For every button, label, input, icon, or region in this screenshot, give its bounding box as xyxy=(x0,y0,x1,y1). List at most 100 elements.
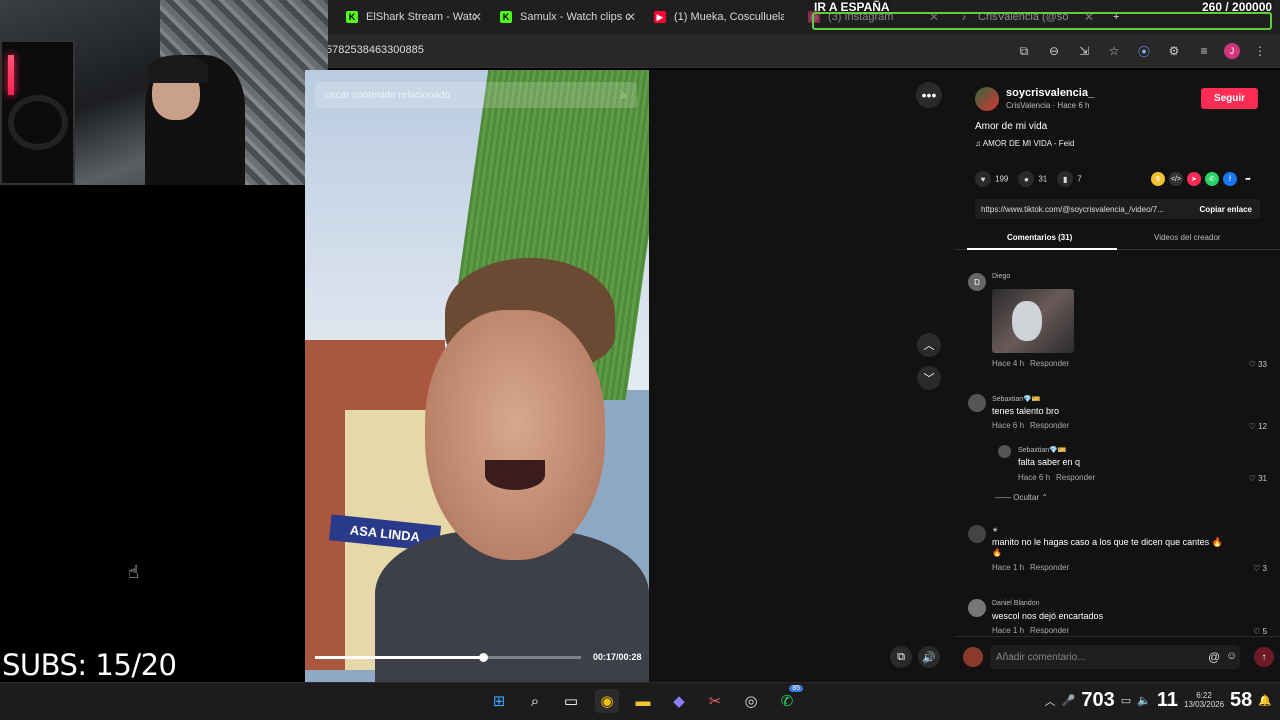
bookmark-star-icon[interactable]: ☆ xyxy=(1104,41,1124,61)
profile-avatar[interactable]: J xyxy=(1224,43,1240,59)
follow-button[interactable]: Seguir xyxy=(1201,88,1258,109)
tab-creator-videos[interactable]: Videos del creador xyxy=(1154,233,1221,242)
commenter-avatar[interactable] xyxy=(968,599,986,617)
commenter-name[interactable]: Daniel Blandon xyxy=(992,600,1039,607)
commenter-name[interactable]: ★ xyxy=(992,526,998,534)
kick-icon: K xyxy=(346,11,358,23)
menu-icon[interactable]: ⋮ xyxy=(1250,41,1270,61)
overlay-number: 11 xyxy=(1156,689,1178,711)
reply-button[interactable]: Responder xyxy=(1030,421,1069,430)
install-icon[interactable]: ⇲ xyxy=(1074,41,1094,61)
snipping-tool-icon[interactable]: ✂ xyxy=(703,689,727,713)
comment-stat[interactable]: ● 31 xyxy=(1018,171,1047,187)
task-view-icon[interactable]: ▭ xyxy=(559,689,583,713)
subs-counter: SUBS: 15/20 xyxy=(2,648,177,682)
share-arrow-icon[interactable]: ➦ xyxy=(1241,172,1255,186)
progress-knob[interactable] xyxy=(478,653,488,662)
video-progress-bar[interactable] xyxy=(315,653,581,662)
clock[interactable]: 6:22 13/03/2026 xyxy=(1184,691,1224,710)
comment-icon[interactable]: ● xyxy=(1018,171,1035,187)
reply-button[interactable]: Responder xyxy=(1030,626,1069,634)
previous-video-button[interactable]: ︿ xyxy=(917,333,941,357)
comment-likes[interactable]: ♡ 31 xyxy=(1249,474,1267,483)
mic-icon[interactable]: 🎤 xyxy=(1062,694,1076,707)
search-icon[interactable]: ⌕ xyxy=(620,88,627,103)
windows-start-icon[interactable]: ⊞ xyxy=(487,689,511,713)
comment-image[interactable] xyxy=(992,289,1074,353)
windows-taskbar: ⊞ ⌕ ▭ ◉ ▬ ◆ ✂ ◎ ✆ 85 ︿ 🎤 703 ▭ 🔈 11 6:22 1… xyxy=(0,682,1280,720)
creator-avatar[interactable] xyxy=(975,87,999,111)
translate-icon[interactable]: ⧉ xyxy=(1014,41,1034,61)
close-icon[interactable]: ✕ xyxy=(626,10,636,24)
heart-icon[interactable]: ♥ xyxy=(975,171,991,187)
tab-youtube[interactable]: ▶ (1) Mueka, Cosculluela xyxy=(646,4,796,30)
next-video-button[interactable]: ﹀ xyxy=(917,366,941,390)
youtube-icon: ▶ xyxy=(654,11,666,23)
creator-username[interactable]: soycrisvalencia_ xyxy=(1006,87,1094,99)
file-explorer-icon[interactable]: ▬ xyxy=(631,689,655,713)
copy-link-button[interactable]: Copiar enlace xyxy=(1200,205,1252,214)
goal-progress-bar xyxy=(812,12,1272,30)
video-player[interactable]: ASA LINDA uscar contenido relacionado ⌕ … xyxy=(305,70,649,682)
app-icon[interactable]: ◆ xyxy=(667,689,691,713)
send-comment-button[interactable]: ↑ xyxy=(1254,647,1274,667)
extension-active-icon[interactable]: ⦿ xyxy=(1134,41,1154,61)
panel-tabs: Comentarios (31) Videos del creador xyxy=(955,228,1280,250)
tab-samulx[interactable]: K Samulx - Watch clips o ✕ xyxy=(492,4,642,30)
bookmark-icon[interactable]: ▮ xyxy=(1057,171,1074,187)
commenter-avatar[interactable] xyxy=(998,445,1011,458)
tab-elshark[interactable]: K ElShark Stream - Watc ✕ xyxy=(338,4,488,30)
network-icon[interactable]: ▭ xyxy=(1121,694,1131,707)
reply-button[interactable]: Responder xyxy=(1056,473,1095,482)
comment-text: falta saber en q xyxy=(1018,457,1081,467)
obs-icon[interactable]: ◎ xyxy=(739,689,763,713)
related-search-input[interactable]: uscar contenido relacionado ⌕ xyxy=(315,82,637,108)
url-text[interactable]: 578253846330088​5 xyxy=(326,44,424,56)
close-icon[interactable]: ✕ xyxy=(472,10,482,24)
video-link-field[interactable]: https://www.tiktok.com/@soycrisvalencia_… xyxy=(975,199,1260,219)
coin-icon[interactable]: $ xyxy=(1151,172,1165,186)
video-stats: ♥ 199 ● 31 ▮ 7 xyxy=(975,171,1082,187)
zoom-icon[interactable]: ⊖ xyxy=(1044,41,1064,61)
embed-icon[interactable]: </> xyxy=(1169,172,1183,186)
more-options-button[interactable]: ••• xyxy=(916,82,942,108)
notification-icon[interactable]: 🔔 xyxy=(1258,694,1272,707)
hide-replies-button[interactable]: —— Ocultar ⌃ xyxy=(995,493,1048,502)
comment-likes[interactable]: ♡ 5 xyxy=(1253,627,1267,634)
tab-comments[interactable]: Comentarios (31) xyxy=(1007,233,1072,242)
comment-meta: Hace 4 h Responder xyxy=(992,359,1070,368)
comment-likes[interactable]: ♡ 3 xyxy=(1253,564,1267,573)
music-label[interactable]: ♫ AMOR DE MI VIDA - Feid xyxy=(975,139,1074,148)
chrome-icon[interactable]: ◉ xyxy=(595,689,619,713)
comment-likes[interactable]: ♡ 12 xyxy=(1249,422,1267,431)
mention-icon[interactable]: @ xyxy=(1208,650,1220,664)
volume-icon[interactable]: 🔊 xyxy=(918,646,940,668)
media-control-icon[interactable]: ≡ xyxy=(1194,41,1214,61)
search-icon[interactable]: ⌕ xyxy=(523,689,547,713)
commenter-name[interactable]: Diego xyxy=(992,273,1010,280)
my-avatar xyxy=(963,647,983,667)
whatsapp-icon[interactable]: ✆ 85 xyxy=(775,685,803,713)
pip-icon[interactable]: ⧉ xyxy=(890,646,912,668)
volume-icon[interactable]: 🔈 xyxy=(1137,694,1151,707)
commenter-name[interactable]: Sebaxtian💎🎫 xyxy=(992,395,1041,403)
commenter-avatar[interactable] xyxy=(968,394,986,412)
chevron-up-icon[interactable]: ︿ xyxy=(1045,693,1056,709)
reply-button[interactable]: Responder xyxy=(1030,563,1069,572)
commenter-name[interactable]: Sebaxtian💎🎫 xyxy=(1018,446,1067,454)
send-icon[interactable]: ➤ xyxy=(1187,172,1201,186)
like-stat[interactable]: ♥ 199 xyxy=(975,171,1008,187)
emoji-icon[interactable]: ☺ xyxy=(1226,650,1237,662)
comment-likes[interactable]: ♡ 33 xyxy=(1249,360,1267,369)
extensions-icon[interactable]: ⚙ xyxy=(1164,41,1184,61)
whatsapp-icon[interactable]: ✆ xyxy=(1205,172,1219,186)
commenter-avatar[interactable] xyxy=(968,525,986,543)
comment-input[interactable] xyxy=(990,645,1240,669)
share-row: $ </> ➤ ✆ f ➦ xyxy=(1151,172,1255,186)
reply-button[interactable]: Responder xyxy=(1030,359,1069,368)
save-stat[interactable]: ▮ 7 xyxy=(1057,171,1082,187)
commenter-avatar[interactable]: D xyxy=(968,273,986,291)
comment-text: manito no le hagas caso a los que te dic… xyxy=(992,537,1223,547)
video-description: Amor de mi vida xyxy=(975,121,1048,132)
facebook-icon[interactable]: f xyxy=(1223,172,1237,186)
